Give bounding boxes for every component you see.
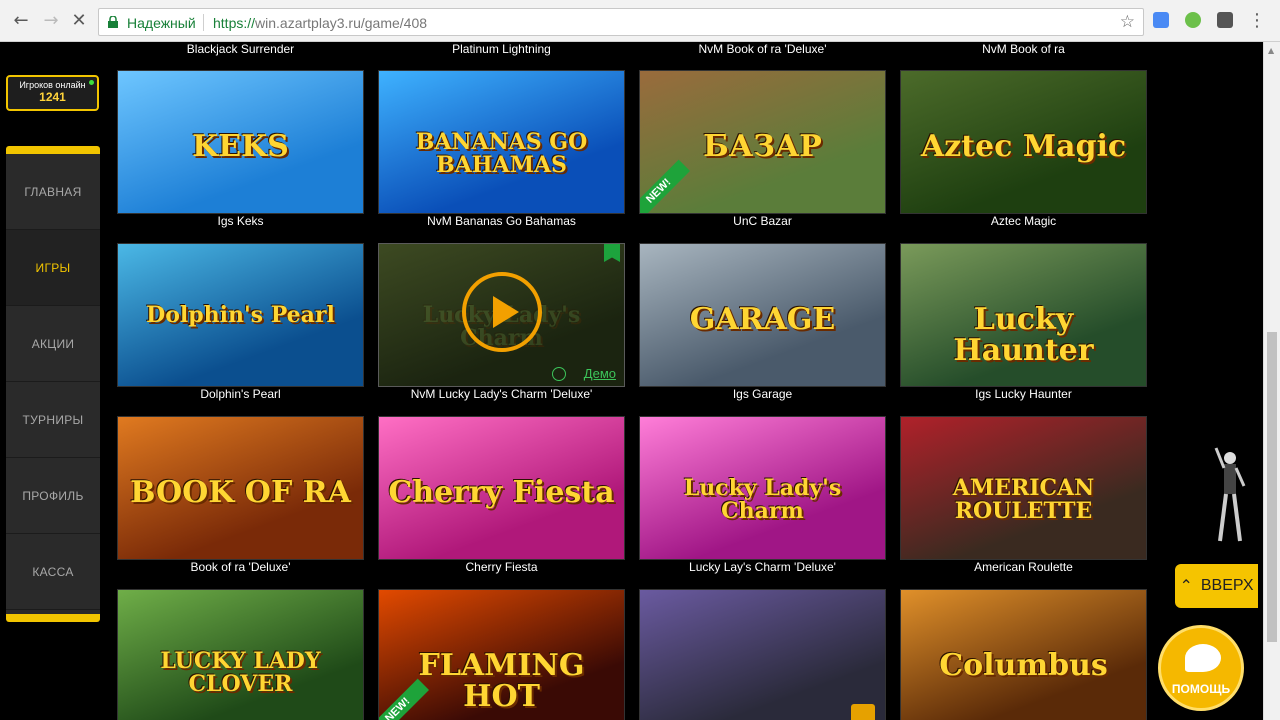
- game-caption-top-0[interactable]: Blackjack Surrender: [117, 42, 364, 56]
- game-caption[interactable]: Cherry Fiesta: [378, 560, 625, 574]
- url-path: win.azartplay3.ru/game/408: [255, 15, 428, 31]
- game-tile[interactable]: AMERICAN ROULETTE: [900, 416, 1147, 560]
- game-art-title: AMERICAN ROULETTE: [952, 474, 1095, 524]
- game-caption-top-2[interactable]: NvM Book of ra 'Deluxe': [639, 42, 886, 56]
- game-tile[interactable]: FLAMING HOT NEW!: [378, 589, 625, 720]
- page-scrollbar[interactable]: ▲: [1263, 42, 1280, 720]
- extension-icon[interactable]: [1217, 12, 1233, 28]
- game-caption[interactable]: NvM Bananas Go Bahamas: [378, 214, 625, 228]
- scroll-up-label: ВВЕРХ: [1200, 577, 1254, 594]
- online-label: Игроков онлайн: [19, 80, 86, 90]
- game-caption[interactable]: NvM Lucky Lady's Charm 'Deluxe': [378, 387, 625, 401]
- lock-icon: [851, 704, 875, 720]
- back-arrow-icon[interactable]: ←: [10, 10, 32, 32]
- game-tile[interactable]: Lucky Haunter: [900, 243, 1147, 387]
- game-caption[interactable]: Igs Keks: [117, 214, 364, 228]
- stop-loading-icon[interactable]: ✕: [68, 10, 90, 32]
- online-count: 1241: [39, 90, 66, 104]
- url-scheme: https://: [213, 15, 256, 31]
- translate-extension-icon[interactable]: [1153, 12, 1169, 28]
- play-icon: [493, 296, 519, 328]
- bookmark-star-icon[interactable]: ☆: [1120, 12, 1135, 32]
- game-tile[interactable]: Cherry Fiesta: [378, 416, 625, 560]
- lock-icon: [108, 16, 118, 28]
- demo-play-icon: [552, 367, 566, 381]
- sidebar-item-5[interactable]: КАССА: [6, 534, 100, 610]
- scroll-arrow-up-icon[interactable]: ▲: [1268, 46, 1274, 55]
- game-caption[interactable]: Igs Garage: [639, 387, 886, 401]
- online-players-widget: Игроков онлайн 1241: [6, 75, 99, 111]
- mascot-figure-icon: [1214, 447, 1246, 542]
- chevron-up-icon: ⌃: [1179, 578, 1193, 595]
- sidebar-item-2[interactable]: АКЦИИ: [6, 306, 100, 382]
- sidebar-item-3[interactable]: ТУРНИРЫ: [6, 382, 100, 458]
- game-tile[interactable]: [639, 589, 886, 720]
- game-art-title: Lucky Lady's Charm: [683, 474, 842, 524]
- game-caption[interactable]: Lucky Lay's Charm 'Deluxe': [639, 560, 886, 574]
- page-content: Игроков онлайн 1241 ГЛАВНАЯ ИГРЫ АКЦИИ ТУРН…: [0, 42, 1280, 720]
- game-caption[interactable]: American Roulette: [900, 560, 1147, 574]
- game-caption[interactable]: Igs Lucky Haunter: [900, 387, 1147, 401]
- game-art-title: BANANAS GO BAHAMAS: [415, 128, 588, 178]
- browser-toolbar: ← → ✕ Надежный https://win.azartplay3.ru…: [0, 0, 1280, 42]
- game-art-title: Dolphin's Pearl: [146, 301, 335, 328]
- sidebar-item-0[interactable]: ГЛАВНАЯ: [6, 154, 100, 230]
- game-caption-top-3[interactable]: NvM Book of ra: [900, 42, 1147, 56]
- game-caption[interactable]: UnC Bazar: [639, 214, 886, 228]
- omnibox-separator: [203, 14, 204, 31]
- game-art-title: БАЗАР: [703, 128, 822, 164]
- game-caption[interactable]: Aztec Magic: [900, 214, 1147, 228]
- game-art-title: Columbus: [939, 647, 1108, 683]
- forward-arrow-icon[interactable]: →: [40, 10, 62, 32]
- help-label: ПОМОЩЬ: [1171, 682, 1231, 696]
- scrollbar-thumb[interactable]: [1267, 332, 1277, 642]
- game-tile[interactable]: LUCKY LADY CLOVER: [117, 589, 364, 720]
- game-tile[interactable]: БАЗАР NEW!: [639, 70, 886, 214]
- help-chat-button[interactable]: ПОМОЩЬ: [1158, 625, 1244, 711]
- game-art-title: BOOK OF RA: [130, 474, 351, 510]
- game-caption-top-1[interactable]: Platinum Lightning: [378, 42, 625, 56]
- game-tile[interactable]: BOOK OF RA: [117, 416, 364, 560]
- game-art-title: KEKS: [192, 128, 289, 164]
- game-art-title: Cherry Fiesta: [388, 474, 615, 510]
- online-status-dot: [89, 80, 94, 85]
- game-tile[interactable]: Lucky Lady's Charm: [639, 416, 886, 560]
- game-caption[interactable]: Book of ra 'Deluxe': [117, 560, 364, 574]
- new-badge: NEW!: [640, 159, 691, 213]
- security-label: Надежный: [127, 15, 196, 31]
- game-tile[interactable]: Aztec Magic: [900, 70, 1147, 214]
- demo-link[interactable]: Демо: [584, 366, 616, 381]
- scroll-up-button[interactable]: ⌃ ВВЕРХ: [1175, 564, 1258, 608]
- vpn-extension-icon[interactable]: [1185, 12, 1201, 28]
- sidebar-item-1[interactable]: ИГРЫ: [6, 230, 100, 306]
- sidebar-item-4[interactable]: ПРОФИЛЬ: [6, 458, 100, 534]
- game-tile[interactable]: BANANAS GO BAHAMAS: [378, 70, 625, 214]
- sidebar-nav: ГЛАВНАЯ ИГРЫ АКЦИИ ТУРНИРЫ ПРОФИЛЬ КАССА: [6, 146, 100, 622]
- game-art-title: GARAGE: [689, 301, 836, 337]
- game-tile[interactable]: KEKS: [117, 70, 364, 214]
- favorite-bookmark-icon[interactable]: [604, 244, 620, 262]
- url-text[interactable]: https://win.azartplay3.ru/game/408: [213, 15, 427, 31]
- chat-bubble-icon: [1185, 644, 1221, 672]
- game-tile[interactable]: GARAGE: [639, 243, 886, 387]
- game-art-title: Lucky Haunter: [953, 301, 1094, 369]
- menu-kebab-icon[interactable]: ⋮: [1246, 10, 1268, 32]
- game-tile[interactable]: Columbus: [900, 589, 1147, 720]
- game-art-title: LUCKY LADY CLOVER: [160, 647, 321, 697]
- address-bar[interactable]: Надежный https://win.azartplay3.ru/game/…: [98, 8, 1144, 36]
- game-tile[interactable]: Lucky Lady's Charm Демо: [378, 243, 625, 387]
- game-caption[interactable]: Dolphin's Pearl: [117, 387, 364, 401]
- play-button[interactable]: [462, 272, 542, 352]
- game-tile[interactable]: Dolphin's Pearl: [117, 243, 364, 387]
- game-art-title: Aztec Magic: [920, 128, 1127, 164]
